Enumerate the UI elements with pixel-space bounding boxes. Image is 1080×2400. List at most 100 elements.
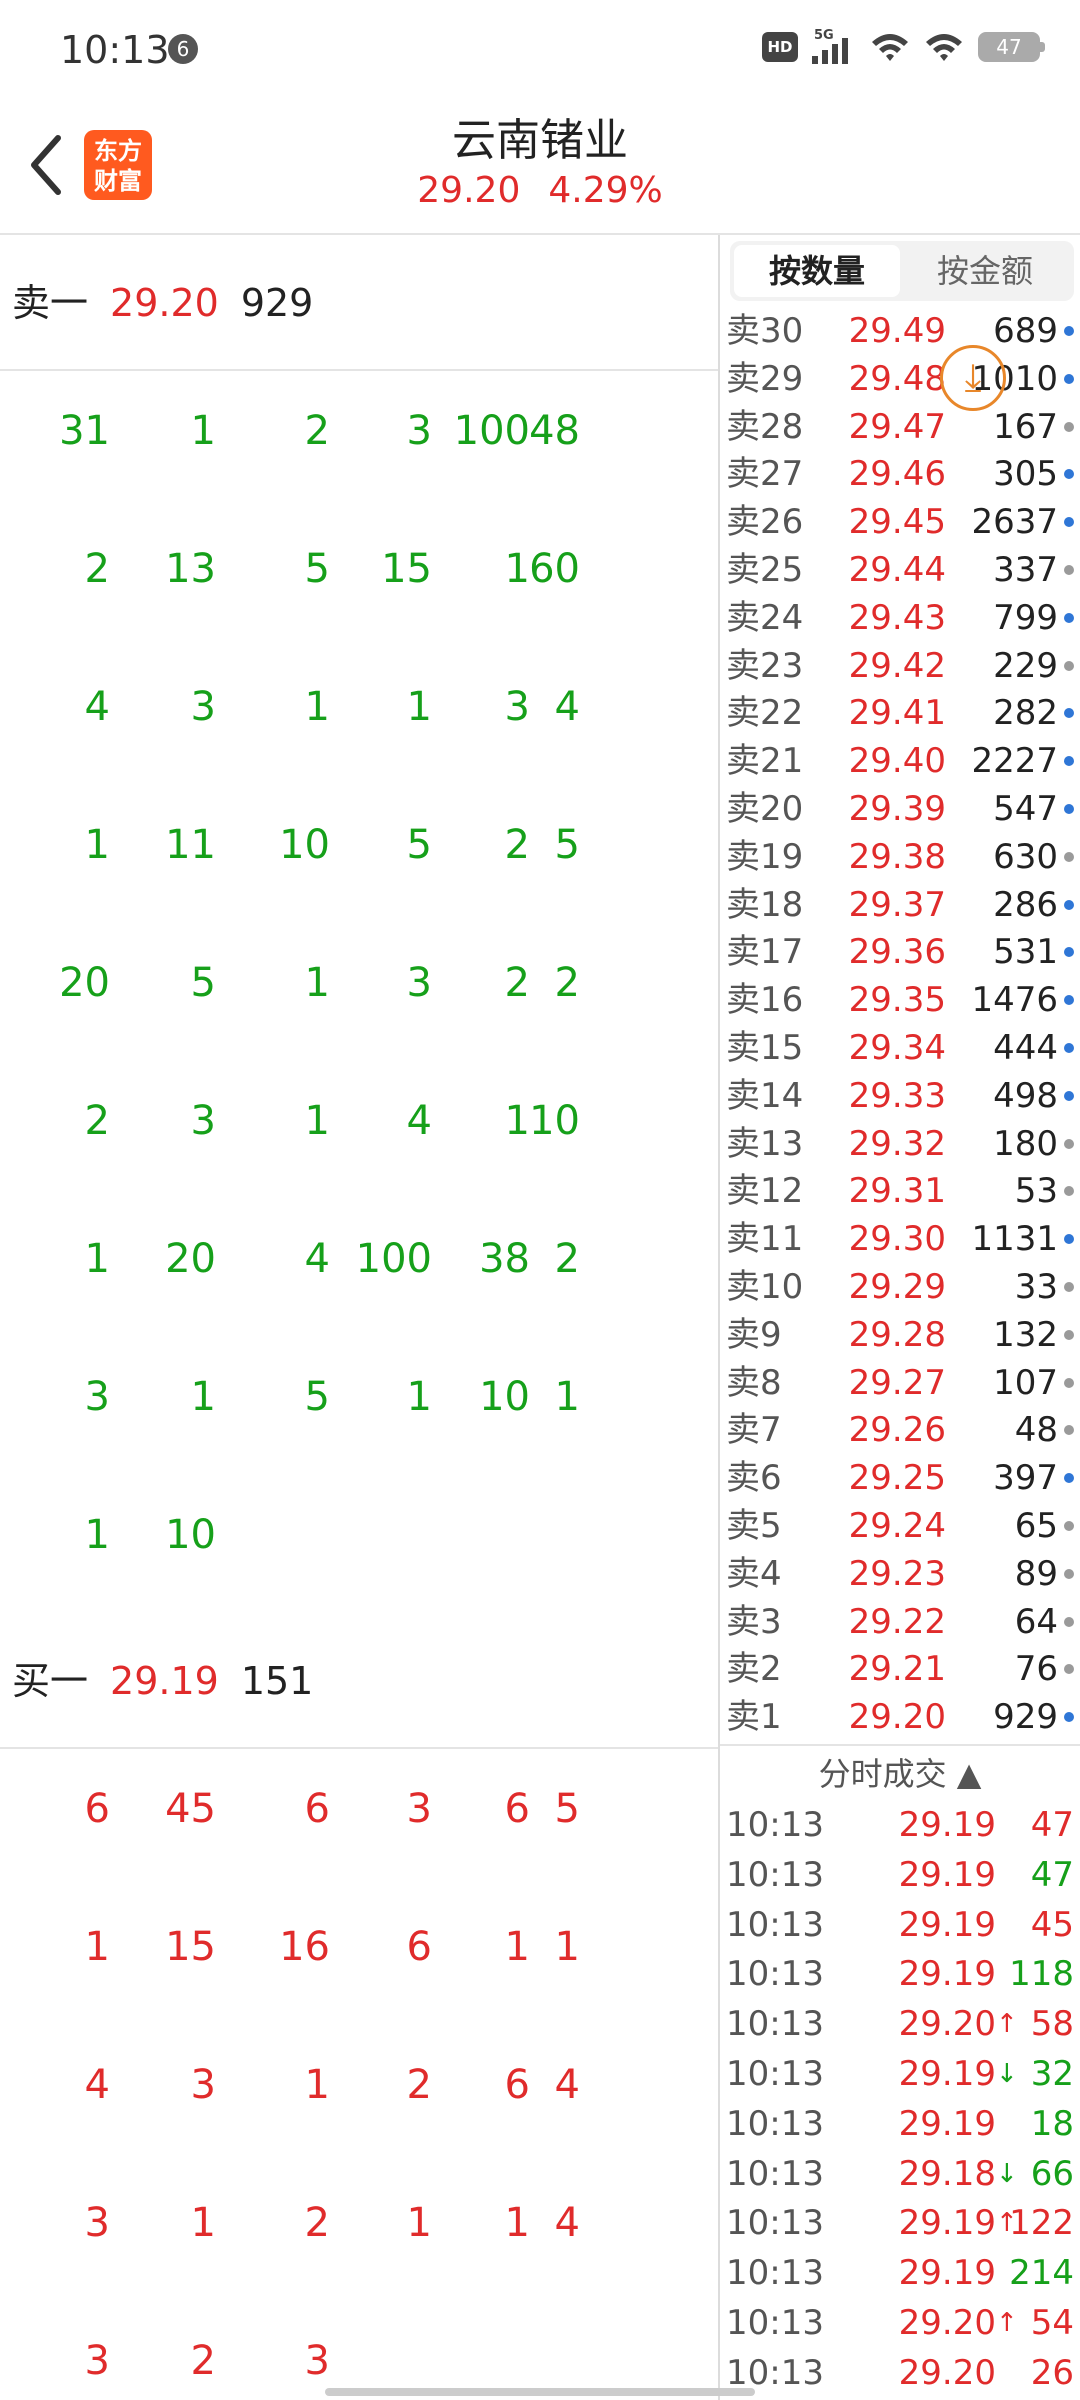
ask-status-dot <box>1064 851 1074 862</box>
ask-level-label: 卖7 <box>726 1410 782 1451</box>
tick-volume: 47 <box>1030 1854 1074 1895</box>
sell_section-price: 29.20 <box>110 281 219 325</box>
ticks-toggle[interactable]: 分时成交 ▲ <box>720 1749 1080 1799</box>
ask-row[interactable]: 卖19 29.38 630 <box>726 833 1080 881</box>
order-cell: 15 <box>165 1924 216 1970</box>
tick-time: 10:13 <box>726 1904 824 1945</box>
ask-status-dot <box>1064 756 1074 767</box>
ask-status-dot <box>1064 804 1074 814</box>
ask-status-dot <box>1064 421 1074 432</box>
ask-row[interactable]: 卖21 29.40 2227 <box>726 737 1080 785</box>
ask-row[interactable]: 卖23 29.42 229 <box>726 642 1080 690</box>
ask-price: 29.47 <box>848 406 946 447</box>
ask-row[interactable]: 卖8 29.27 107 <box>726 1359 1080 1407</box>
ask-price: 29.36 <box>848 932 946 973</box>
tick-volume: 32 <box>1030 2054 1074 2094</box>
ask-level-label: 卖28 <box>726 406 804 447</box>
ask-price: 29.25 <box>848 1458 946 1499</box>
ask-price: 29.21 <box>848 1649 946 1690</box>
tick-time: 10:13 <box>726 2153 824 2194</box>
order-cell: 2 <box>554 960 580 1006</box>
order-cell: 4 <box>554 2200 580 2246</box>
ask-row[interactable]: 卖22 29.41 282 <box>726 689 1080 737</box>
ask-row[interactable]: 卖10 29.29 33 <box>726 1263 1080 1311</box>
ask-volume: 689 <box>993 311 1058 351</box>
ask-row[interactable]: 卖27 29.46 305 <box>726 450 1080 498</box>
tick-price: 29.20 <box>898 2303 996 2343</box>
ask-status-dot <box>1064 1521 1074 1531</box>
order-cell: 31 <box>59 408 110 454</box>
ask-row[interactable]: 卖29 29.48 1010 <box>726 355 1080 403</box>
tab-by-amount[interactable]: 按金额 <box>902 245 1068 297</box>
download-float-icon[interactable]: ⤓ <box>940 345 1006 411</box>
ask-volume: 53 <box>1014 1171 1058 1212</box>
ask-price: 29.30 <box>848 1219 946 1260</box>
ask-row[interactable]: 卖1 29.20 929 <box>726 1693 1080 1741</box>
ask-price: 29.43 <box>848 597 946 638</box>
ask-status-dot <box>1064 1568 1074 1579</box>
ask-row[interactable]: 卖11 29.30 1131 <box>726 1215 1080 1263</box>
ask-price: 29.35 <box>848 980 946 1021</box>
ask-level-label: 卖27 <box>726 454 804 495</box>
ask-level-label: 卖30 <box>726 311 804 351</box>
tick-price: 29.20 <box>898 2004 996 2045</box>
ask-status-dot <box>1064 1377 1074 1388</box>
ask-row[interactable]: 卖9 29.28 132 <box>726 1311 1080 1359</box>
ask-price: 29.22 <box>848 1601 946 1642</box>
ask-level-label: 卖14 <box>726 1075 804 1116</box>
ask-row[interactable]: 卖7 29.26 48 <box>726 1406 1080 1454</box>
ask-row[interactable]: 卖15 29.34 444 <box>726 1024 1080 1072</box>
ask-volume: 282 <box>993 693 1058 734</box>
ask-row[interactable]: 卖2 29.21 76 <box>726 1645 1080 1693</box>
tick-time: 10:13 <box>726 2004 824 2045</box>
ask-row[interactable]: 卖5 29.24 65 <box>726 1502 1080 1550</box>
ask-row[interactable]: 卖24 29.43 799 <box>726 594 1080 642</box>
ask-volume: 929 <box>993 1697 1058 1738</box>
ask-row[interactable]: 卖4 29.23 89 <box>726 1550 1080 1598</box>
tick-time: 10:13 <box>726 2303 824 2343</box>
ask-row[interactable]: 卖17 29.36 531 <box>726 928 1080 976</box>
tick-row: 10:13 29.19 118 <box>726 1949 1080 1999</box>
order-cell: 4 <box>554 684 580 730</box>
ask-status-dot <box>1064 1712 1074 1723</box>
ask-row[interactable]: 卖13 29.32 180 <box>726 1120 1080 1168</box>
current-price: 29.20 <box>417 170 521 211</box>
tab-by-volume[interactable]: 按数量 <box>734 245 900 297</box>
status-bar: 10:13 6 HD 5G 47 <box>0 0 1080 100</box>
ask-level-label: 卖17 <box>726 932 804 973</box>
arrow-up-icon: ↑ <box>996 2308 1018 2338</box>
ask-level-label: 卖16 <box>726 980 804 1021</box>
ask-row[interactable]: 卖14 29.33 498 <box>726 1072 1080 1120</box>
order-cell: 2 <box>554 1236 580 1282</box>
ask-row[interactable]: 卖18 29.37 286 <box>726 881 1080 929</box>
buy_section-header[interactable]: 买一 29.19 151 <box>0 1613 718 1749</box>
ask-row[interactable]: 卖20 29.39 547 <box>726 785 1080 833</box>
order-cell: 1 <box>190 2200 216 2246</box>
arrow-down-icon: ↓ <box>996 2059 1018 2089</box>
header: 东方 财富 云南锗业 29.20 4.29% <box>0 100 1080 232</box>
tick-time: 10:13 <box>726 2203 824 2244</box>
order-cell: 10 <box>529 1098 580 1144</box>
tick-price: 29.18 <box>898 2153 996 2194</box>
order-cell: 4 <box>84 2062 110 2108</box>
sell_section-header[interactable]: 卖一 29.20 929 <box>0 235 718 371</box>
ask-row[interactable]: 卖16 29.35 1476 <box>726 976 1080 1024</box>
signal-icon: 5G <box>812 28 856 64</box>
order-cell: 1 <box>304 684 330 730</box>
ask-row[interactable]: 卖6 29.25 397 <box>726 1454 1080 1502</box>
ask-volume: 2637 <box>971 502 1058 543</box>
ask-row[interactable]: 卖12 29.31 53 <box>726 1167 1080 1215</box>
ask-row[interactable]: 卖30 29.49 689 <box>726 307 1080 355</box>
ask-level-label: 卖29 <box>726 358 804 399</box>
ask-price: 29.32 <box>848 1123 946 1164</box>
ask-status-dot <box>1064 1234 1074 1245</box>
ask-price: 29.42 <box>848 645 946 686</box>
ask-row[interactable]: 卖26 29.45 2637 <box>726 498 1080 546</box>
ask-row[interactable]: 卖28 29.47 167 <box>726 403 1080 451</box>
ask-row[interactable]: 卖25 29.44 337 <box>726 546 1080 594</box>
ask-status-dot <box>1064 708 1074 719</box>
tick-price: 29.19 <box>898 2103 996 2144</box>
ask-volume: 337 <box>993 550 1058 590</box>
ask-status-dot <box>1064 995 1074 1006</box>
ask-row[interactable]: 卖3 29.22 64 <box>726 1598 1080 1646</box>
